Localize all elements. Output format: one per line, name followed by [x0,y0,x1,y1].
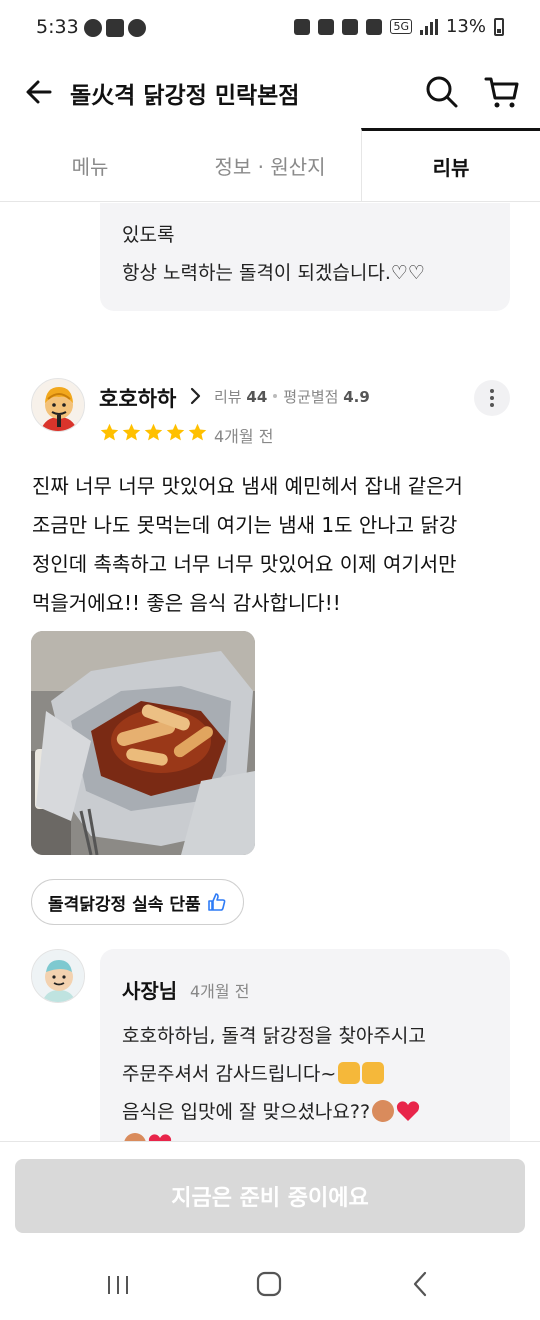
owner-reply-line-3: 음식은 입맛에 잘 맞으셨나요?? [122,1097,420,1124]
star-rating [99,422,208,443]
owner-avatar-illustration [32,950,84,1002]
chevron-right-icon[interactable] [188,385,204,407]
avg-rating-label: 평균별점 [283,388,339,406]
nfc-icon [318,18,335,35]
person-tipping-hand-emoji-icon [372,1100,395,1122]
battery-percent: 13% [445,16,486,37]
nav-back-icon[interactable] [410,1271,430,1297]
tab-menu[interactable]: 메뉴 [0,128,180,202]
star-icon [188,423,207,441]
more-dot [490,389,494,393]
chat-icon [128,19,146,37]
star-icon [144,423,163,441]
cart-icon [484,77,519,108]
owner-reply-text: 주문주셔서 감사드립니다~ [122,1063,337,1085]
owner-name: 사장님 [122,979,178,1003]
arrow-left-icon [26,80,52,104]
review-count: 44 [246,388,268,406]
home-icon[interactable] [256,1271,282,1297]
reply-line: 항상 노력하는 돌격이 되겠습니다.♡♡ [122,262,425,284]
avatar-illustration [32,379,84,431]
signal-icon [419,18,438,35]
reviewer-name[interactable]: 호호하하 [99,383,176,413]
owner-reply-text: 음식은 입맛에 잘 맞으셨나요?? [122,1101,371,1123]
avg-rating: 4.9 [343,388,370,406]
person-emoji-icon [124,1133,146,1141]
alarm-icon [342,18,359,35]
heart-emoji-icon [148,1134,172,1141]
bottom-action-bar: 지금은 준비 중이에요 [0,1141,540,1249]
gallery-icon [106,19,124,37]
star-icon [122,423,141,441]
cart-button[interactable] [480,70,524,114]
food-photo-illustration [31,631,255,855]
heart-emoji-icon [396,1101,420,1121]
reviewer-stats: 리뷰 44 평균별점 4.9 [214,386,370,407]
separator-dot [273,394,278,398]
mute-icon [366,18,383,35]
review-line: 먹을거에요!! 좋은 음식 감사합니다!! [32,591,341,615]
review-line: 조금만 나도 못먹는데 여기는 냄새 1도 안나고 닭강 [32,513,458,537]
page-title: 돌火격 닭강정 민락본점 [70,83,300,109]
review-list[interactable]: 있도록 항상 노력하는 돌격이 되겠습니다.♡♡ 호호하하 리뷰 44 평균별점 … [0,203,540,1141]
search-button[interactable] [420,70,464,114]
notification-icons [84,19,146,37]
tab-info-origin[interactable]: 정보 · 원산지 [180,128,360,202]
more-options-button[interactable] [474,380,510,416]
thumbs-up-emoji-icon [338,1062,361,1084]
network-badge: 5G [390,19,412,34]
back-button[interactable] [20,72,60,112]
owner-avatar [31,949,85,1003]
search-icon [426,76,458,108]
review-photo[interactable] [31,631,255,855]
reply-line: 있도록 [122,224,175,246]
system-nav-bar [0,1249,540,1320]
review-date: 4개월 전 [214,427,274,446]
tab-bar: 메뉴 정보 · 원산지 리뷰 [0,128,540,202]
owner-reply-line: 호호하하님, 돌격 닭강정을 찾아주시고 [122,1025,426,1047]
order-button-disabled[interactable]: 지금은 준비 중이에요 [15,1159,525,1233]
battery-icon [494,17,504,36]
recent-apps-icon[interactable] [106,1273,130,1297]
review-count-label: 리뷰 [214,388,242,406]
status-bar: 5:33 5G 13% [0,0,540,56]
status-time: 5:33 [36,16,79,38]
previous-owner-reply: 있도록 항상 노력하는 돌격이 되겠습니다.♡♡ [100,203,510,311]
owner-reply-line-2: 주문주셔서 감사드립니다~ [122,1059,385,1086]
star-icon [100,423,119,441]
owner-reply-line-4 [122,1133,172,1141]
owner-reply-date: 4개월 전 [190,982,250,1001]
more-dot [490,396,494,400]
thumbs-up-icon [207,893,226,911]
star-icon [166,423,185,441]
review-body: 진짜 너무 너무 맛있어요 냄새 예민헤서 잡내 같은거 조금만 나도 못먹는데… [32,467,512,623]
system-icons: 5G 13% [294,16,504,37]
more-dot [490,403,494,407]
app-header: 돌火격 닭강정 민락본점 [0,56,540,128]
menu-tag-button[interactable]: 돌격닭강정 실속 단품 [31,879,244,925]
thumbs-up-emoji-icon [362,1062,385,1084]
review-line: 정인데 촉촉하고 너무 너무 맛있어요 이제 여기서만 [32,552,457,576]
review-line: 진짜 너무 너무 맛있어요 냄새 예민헤서 잡내 같은거 [32,474,463,498]
talk-icon [84,19,102,37]
key-icon [294,18,311,35]
owner-reply: 사장님 4개월 전 호호하하님, 돌격 닭강정을 찾아주시고 주문주셔서 감사드… [100,949,510,1141]
tab-review[interactable]: 리뷰 [361,128,540,202]
reviewer-avatar[interactable] [31,378,85,432]
menu-tag-label: 돌격닭강정 실속 단품 [48,894,201,915]
